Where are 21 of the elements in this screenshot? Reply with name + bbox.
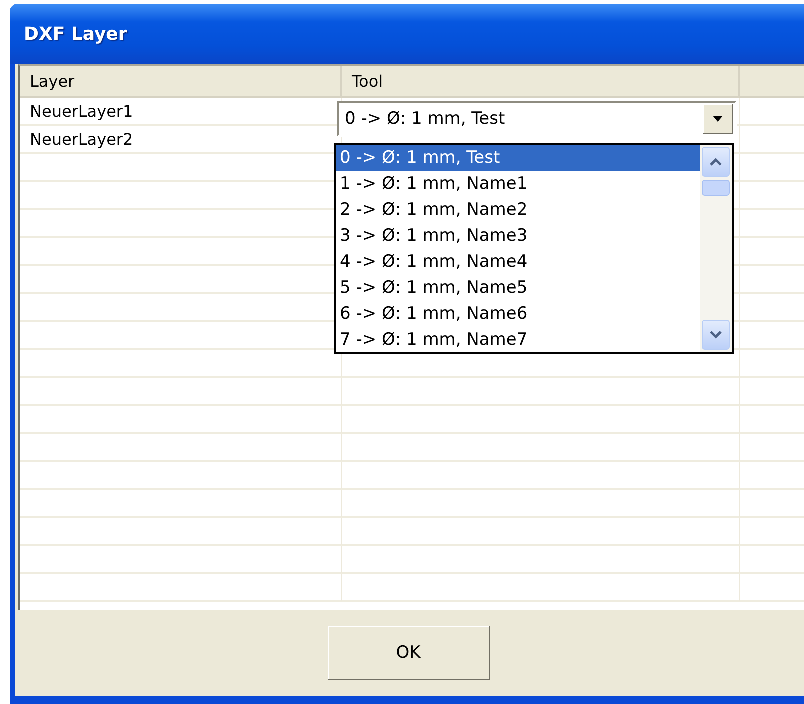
caret-icon	[713, 116, 723, 122]
column-header[interactable]: Tool	[342, 66, 740, 96]
dropdown-item[interactable]: 4 -> Ø: 1 mm, Name4	[336, 249, 700, 275]
dropdown-item[interactable]: 7 -> Ø: 1 mm, Name7	[336, 327, 700, 353]
scroll-down-button[interactable]	[702, 320, 730, 350]
dropdown-item[interactable]: 6 -> Ø: 1 mm, Name6	[336, 301, 700, 327]
tool-combo-box[interactable]: 0 -> Ø: 1 mm, Test	[337, 101, 737, 137]
dropdown-item[interactable]: 2 -> Ø: 1 mm, Name2	[336, 197, 700, 223]
scroll-up-button[interactable]	[702, 147, 730, 177]
chevron-down-icon	[710, 331, 722, 339]
dropdown-button[interactable]	[703, 104, 733, 134]
dropdown-item[interactable]: 1 -> Ø: 1 mm, Name1	[336, 171, 700, 197]
ok-button[interactable]: OK	[328, 626, 490, 680]
chevron-up-icon	[710, 158, 722, 166]
dropdown-item[interactable]: 3 -> Ø: 1 mm, Name3	[336, 223, 700, 249]
scrollbar[interactable]	[700, 145, 732, 352]
scroll-thumb[interactable]	[702, 180, 730, 196]
window-title: DXF Layer	[24, 24, 128, 44]
dropdown-item[interactable]: 5 -> Ø: 1 mm, Name5	[336, 275, 700, 301]
column-header[interactable]: Layer	[20, 66, 342, 96]
dropdown-item[interactable]: 0 -> Ø: 1 mm, Test	[336, 145, 700, 171]
